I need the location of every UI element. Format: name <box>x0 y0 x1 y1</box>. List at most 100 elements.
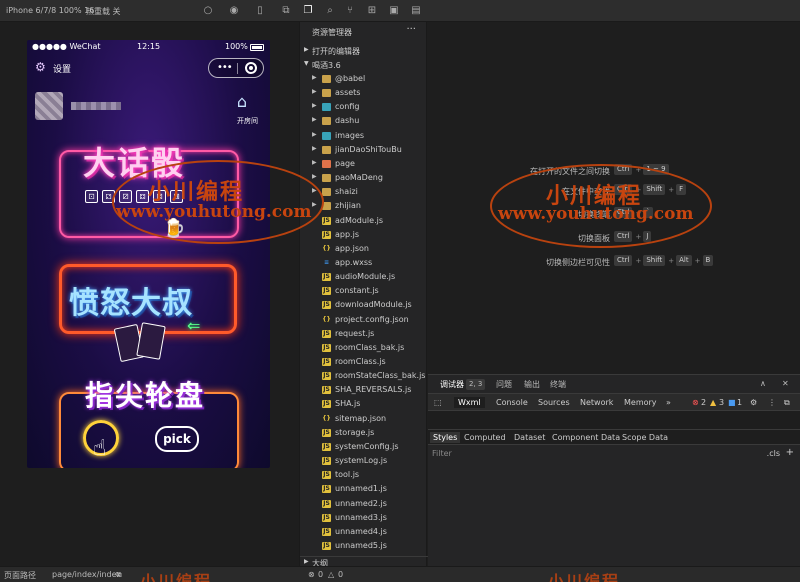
tab-component-data[interactable]: Component Data <box>552 433 620 442</box>
record-icon[interactable]: ○ <box>202 5 214 17</box>
tab-computed[interactable]: Computed <box>464 433 506 442</box>
tree-item[interactable]: JS adModule.js <box>300 214 428 228</box>
files-icon[interactable]: ❐ <box>302 5 314 17</box>
tab-terminal[interactable]: 终端 <box>550 379 566 390</box>
status-error-count[interactable]: 0 <box>318 570 323 579</box>
stop-icon[interactable]: ◉ <box>228 5 240 17</box>
inspect-icon[interactable]: ⬚ <box>434 398 442 407</box>
debug-icon[interactable]: ▣ <box>388 5 400 17</box>
tab-memory[interactable]: Memory <box>624 398 657 407</box>
tree-item[interactable]: JS roomClass.js <box>300 355 428 369</box>
tree-item[interactable]: JS constant.js <box>300 284 428 298</box>
close-miniprogram-icon[interactable] <box>245 62 257 74</box>
js-file-icon: JS <box>322 216 331 225</box>
chevron-right-icon: ▶ <box>312 116 317 124</box>
tab-problems[interactable]: 问题 <box>496 379 512 390</box>
tree-item[interactable]: ▶ @babel <box>300 72 428 86</box>
open-editors-section[interactable]: ▶ 打开的编辑器 <box>300 44 428 58</box>
extensions-icon[interactable]: ⊞ <box>366 5 378 17</box>
tree-item[interactable]: ▶ config <box>300 100 428 114</box>
tree-item[interactable]: ▶ page <box>300 157 428 171</box>
key-cap: Ctrl <box>614 184 633 195</box>
tree-item[interactable]: ▶ dashu <box>300 114 428 128</box>
tab-sources[interactable]: Sources <box>538 398 570 407</box>
error-count[interactable]: 2 <box>701 398 706 407</box>
close-icon[interactable]: ✕ <box>782 379 789 388</box>
phone-icon[interactable]: ▯ <box>254 5 266 17</box>
tree-item[interactable]: JS unnamed5.js <box>300 539 428 553</box>
tree-item[interactable]: JS app.js <box>300 228 428 242</box>
tree-item[interactable]: ▶ assets <box>300 86 428 100</box>
tree-item[interactable]: ▶ jianDaoShiTouBu <box>300 143 428 157</box>
copy-icon[interactable]: ⧉ <box>116 570 122 580</box>
info-count[interactable]: 1 <box>737 398 742 407</box>
js-file-icon: JS <box>322 301 331 310</box>
tree-item[interactable]: JS unnamed1.js <box>300 482 428 496</box>
tree-item[interactable]: {} app.json <box>300 242 428 256</box>
chevron-right-icon: ▶ <box>304 46 309 53</box>
tree-item[interactable]: JS downloadModule.js <box>300 298 428 312</box>
gear-icon[interactable]: ⚙ <box>35 60 46 74</box>
gear-icon[interactable]: ⚙ <box>750 398 757 407</box>
layout-icon[interactable]: ▤ <box>410 5 422 17</box>
tree-item[interactable]: JS unnamed3.js <box>300 511 428 525</box>
device-selector[interactable]: iPhone 6/7/8 100% 16 <box>6 6 94 15</box>
tree-item[interactable]: JS storage.js <box>300 426 428 440</box>
tab-wxml[interactable]: Wxml <box>454 397 485 408</box>
tree-item[interactable]: JS systemConfig.js <box>300 440 428 454</box>
status-bar: 页面路径 page/index/index ⧉ ⊗ 0 △ 0 <box>0 566 800 582</box>
hot-reload-toggle[interactable]: 热重载 关 <box>86 6 121 17</box>
capsule-menu[interactable]: ••• <box>208 58 264 78</box>
tree-item[interactable]: JS systemLog.js <box>300 454 428 468</box>
tab-scope-data[interactable]: Scope Data <box>622 433 668 442</box>
tree-item[interactable]: JS unnamed4.js <box>300 525 428 539</box>
tree-item[interactable]: JS SHA.js <box>300 397 428 411</box>
tree-item-label: jianDaoShiTouBu <box>335 144 402 154</box>
tree-item[interactable]: {} sitemap.json <box>300 412 428 426</box>
tab-network[interactable]: Network <box>580 398 613 407</box>
more-tabs-icon[interactable]: » <box>666 398 671 407</box>
tree-item[interactable]: JS request.js <box>300 327 428 341</box>
tree-item[interactable]: JS SHA_REVERSALS.js <box>300 383 428 397</box>
filter-input[interactable]: Filter <box>432 449 452 458</box>
tab-dataset[interactable]: Dataset <box>514 433 545 442</box>
tree-item[interactable]: JS tool.js <box>300 468 428 482</box>
house-icon[interactable]: ⌂ <box>232 92 252 112</box>
window-icon[interactable]: ⧉ <box>280 5 292 17</box>
json-file-icon: {} <box>322 244 331 252</box>
tree-item[interactable]: {} project.config.json <box>300 313 428 327</box>
more-dots-icon[interactable]: ••• <box>217 62 233 73</box>
git-branch-icon[interactable]: ⑂ <box>344 5 356 17</box>
shortcut-keys: Ctrl + Shift + F <box>614 184 687 195</box>
add-rule-button[interactable]: + <box>786 447 794 458</box>
tree-item[interactable]: JS audioModule.js <box>300 270 428 284</box>
project-section[interactable]: ▼ 喝酒3.6 <box>300 58 428 72</box>
tree-item[interactable]: ▶ zhijian <box>300 199 428 213</box>
tree-item[interactable]: JS unnamed2.js <box>300 497 428 511</box>
tab-styles[interactable]: Styles <box>430 432 461 443</box>
settings-label[interactable]: 设置 <box>53 62 71 75</box>
styles-filter[interactable]: Filter .cls + <box>428 447 800 461</box>
tree-item[interactable]: JS roomClass_bak.js <box>300 341 428 355</box>
open-room-label[interactable]: 开房间 <box>237 116 258 126</box>
tab-debugger[interactable]: 调试器 <box>440 379 464 390</box>
tree-item[interactable]: ≡ app.wxss <box>300 256 428 270</box>
page-path[interactable]: page/index/index <box>52 570 121 579</box>
cls-toggle[interactable]: .cls <box>767 449 780 458</box>
status-warning-count[interactable]: 0 <box>338 570 343 579</box>
shortcut-keys: Ctrl + J <box>614 231 652 242</box>
search-icon[interactable]: ⌕ <box>324 5 336 17</box>
tree-item[interactable]: JS roomStateClass_bak.js <box>300 369 428 383</box>
warning-count[interactable]: 3 <box>719 398 724 407</box>
tree-item[interactable]: ▶ images <box>300 129 428 143</box>
dock-icon[interactable]: ⧉ <box>784 398 790 408</box>
more-vertical-icon[interactable]: ⋮ <box>768 398 776 407</box>
tree-item[interactable]: ▶ shaizi <box>300 185 428 199</box>
tree-item-label: paoMaDeng <box>335 173 383 183</box>
more-icon[interactable]: ··· <box>406 24 416 35</box>
tree-item[interactable]: ▶ paoMaDeng <box>300 171 428 185</box>
tab-output[interactable]: 输出 <box>524 379 540 390</box>
tab-console[interactable]: Console <box>496 398 528 407</box>
key-cap: Shift <box>643 255 666 266</box>
chevron-up-icon[interactable]: ∧ <box>760 379 766 388</box>
